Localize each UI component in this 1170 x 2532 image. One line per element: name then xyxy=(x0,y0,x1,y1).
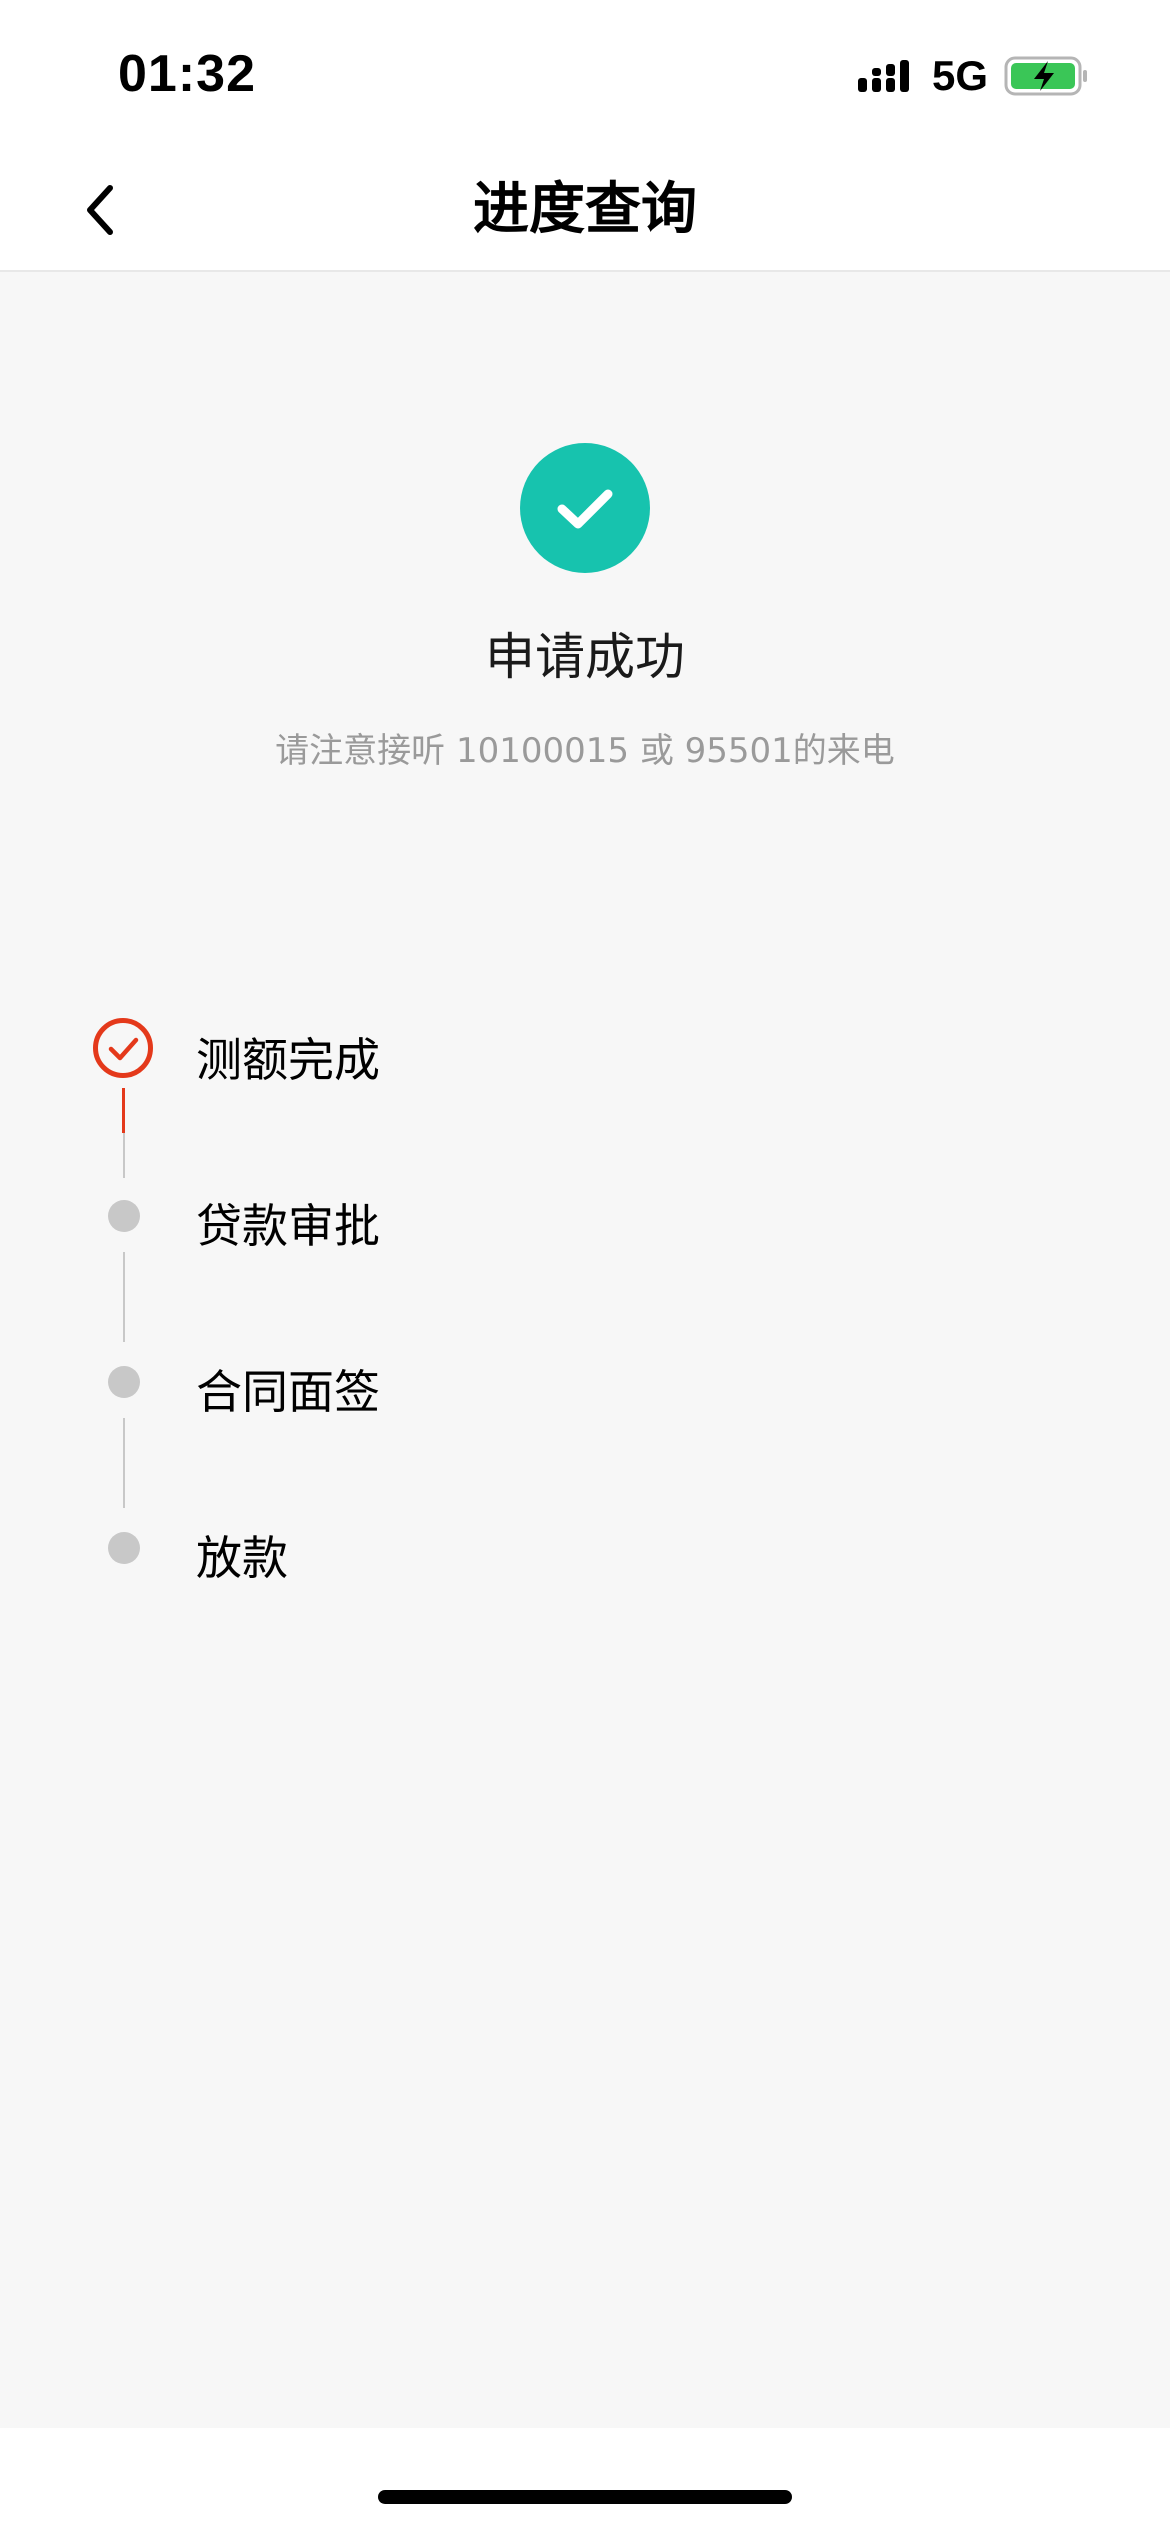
step-label-1: 测额完成 xyxy=(196,1033,380,1087)
step-pending-dot-icon xyxy=(108,1200,140,1232)
step-done-icon xyxy=(93,1018,153,1078)
timeline-connector xyxy=(123,1252,125,1342)
timeline-connector-active xyxy=(122,1088,125,1133)
step-pending-dot-icon xyxy=(108,1366,140,1398)
step-pending-dot-icon xyxy=(108,1532,140,1564)
step-label-3: 合同面签 xyxy=(196,1365,380,1419)
step-label-4: 放款 xyxy=(196,1531,288,1585)
step-label-2: 贷款审批 xyxy=(196,1199,380,1253)
timeline-connector xyxy=(123,1418,125,1508)
home-indicator[interactable] xyxy=(378,2490,792,2504)
progress-timeline: 测额完成 贷款审批 合同面签 放款 xyxy=(0,0,1170,1700)
home-indicator-area xyxy=(0,2428,1170,2532)
timeline-connector xyxy=(123,1133,125,1178)
